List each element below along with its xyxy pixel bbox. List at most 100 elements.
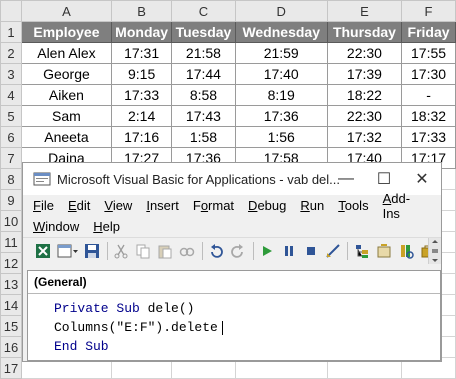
table-cell[interactable]: Alen Alex [20,42,112,64]
table-cell[interactable]: 17:36 [234,105,328,127]
project-explorer-icon[interactable] [353,242,370,260]
title-bar[interactable]: Microsoft Visual Basic for Applications … [23,163,441,195]
menu-edit[interactable]: Edit [68,198,90,213]
table-cell[interactable]: 21:58 [171,42,236,64]
column-header-f[interactable]: F [401,0,456,22]
header-cell-monday[interactable]: Monday [110,21,173,43]
break-icon[interactable] [280,242,297,260]
table-cell[interactable]: 22:30 [326,105,403,127]
text-caret [221,320,223,335]
column-header-b[interactable]: B [110,0,173,22]
table-cell[interactable]: 17:30 [401,63,456,85]
table-cell[interactable]: Aiken [20,84,112,106]
table-cell[interactable]: 2:14 [110,105,173,127]
table-cell[interactable]: - [401,84,456,106]
column-header-d[interactable]: D [234,0,328,22]
keyword-private-sub: Private Sub [54,301,140,316]
table-cell[interactable]: 8:58 [171,84,236,106]
run-icon[interactable] [258,242,275,260]
menu-insert[interactable]: Insert [146,198,179,213]
table-cell[interactable]: 8:19 [234,84,328,106]
toolbar-overflow-scroll[interactable] [428,238,441,264]
redo-icon[interactable] [230,242,247,260]
row-header[interactable]: 6 [0,126,22,148]
row-header[interactable]: 13 [0,273,22,295]
menu-bar: File Edit View Insert Format Debug Run T… [23,191,441,237]
table-cell[interactable]: George [20,63,112,85]
table-cell[interactable]: 18:22 [326,84,403,106]
object-dropdown[interactable]: (General) [28,271,440,294]
row-header[interactable]: 1 [0,21,22,43]
menu-file[interactable]: File [33,198,54,213]
table-cell[interactable]: 17:43 [171,105,236,127]
table-cell[interactable]: 9:15 [110,63,173,85]
table-cell[interactable]: 17:32 [326,126,403,148]
row-header[interactable]: 17 [0,357,22,379]
row-header[interactable]: 9 [0,189,22,211]
table-cell[interactable]: 17:44 [171,63,236,85]
row-header[interactable]: 2 [0,42,22,64]
table-cell[interactable]: 17:39 [326,63,403,85]
menu-format[interactable]: Format [193,198,234,213]
table-cell[interactable]: 1:58 [171,126,236,148]
insert-module-icon[interactable] [57,242,79,260]
table-cell[interactable]: 17:16 [110,126,173,148]
row-header[interactable]: 15 [0,315,22,337]
header-cell-friday[interactable]: Friday [401,21,456,43]
menu-debug[interactable]: Debug [248,198,286,213]
minimize-button[interactable]: — [327,163,365,195]
table-cell[interactable]: 1:56 [234,126,328,148]
header-cell-employee[interactable]: Employee [20,21,112,43]
row-header[interactable]: 3 [0,63,22,85]
standard-toolbar [23,237,441,264]
properties-window-icon[interactable] [375,242,392,260]
design-mode-icon[interactable] [324,242,341,260]
undo-icon[interactable] [208,242,225,260]
paste-icon[interactable] [157,242,174,260]
reset-icon[interactable] [302,242,319,260]
menu-run[interactable]: Run [300,198,324,213]
row-header[interactable]: 12 [0,252,22,274]
code-line-2[interactable]: Columns("E:F").delete [54,318,440,337]
column-header-c[interactable]: C [171,0,236,22]
view-excel-icon[interactable] [35,242,52,260]
cut-icon[interactable] [113,242,130,260]
menu-tools[interactable]: Tools [338,198,368,213]
save-icon[interactable] [84,242,101,260]
find-icon[interactable] [179,242,196,260]
row-header[interactable]: 8 [0,168,22,190]
row-header[interactable]: 4 [0,84,22,106]
menu-view[interactable]: View [104,198,132,213]
header-cell-wednesday[interactable]: Wednesday [234,21,328,43]
table-cell[interactable]: 17:33 [401,126,456,148]
row-header[interactable]: 14 [0,294,22,316]
table-cell[interactable]: 22:30 [326,42,403,64]
column-header-e[interactable]: E [326,0,403,22]
menu-window[interactable]: Window [33,219,79,234]
column-header-a[interactable]: A [20,0,112,22]
row-header[interactable]: 7 [0,147,22,169]
table-cell[interactable]: Aneeta [20,126,112,148]
header-cell-thursday[interactable]: Thursday [326,21,403,43]
code-line-3[interactable]: End Sub [54,337,440,356]
object-browser-icon[interactable] [397,242,414,260]
table-cell[interactable]: 17:55 [401,42,456,64]
table-cell[interactable]: 21:59 [234,42,328,64]
menu-help[interactable]: Help [93,219,120,234]
table-cell[interactable]: 18:32 [401,105,456,127]
statement-text: Columns("E:F").delete [54,320,218,335]
row-header[interactable]: 11 [0,231,22,253]
row-header[interactable]: 10 [0,210,22,232]
copy-icon[interactable] [135,242,152,260]
row-header[interactable]: 5 [0,105,22,127]
table-cell[interactable]: Sam [20,105,112,127]
code-editor[interactable]: Private Sub dele() Columns("E:F").delete… [28,294,440,356]
row-header[interactable]: 16 [0,336,22,358]
menu-add-ins[interactable]: Add-Ins [383,191,427,221]
code-line-1[interactable]: Private Sub dele() [54,299,440,318]
table-cell[interactable]: 17:33 [110,84,173,106]
header-cell-tuesday[interactable]: Tuesday [171,21,236,43]
table-cell[interactable]: 17:40 [234,63,328,85]
table-cell[interactable]: 17:31 [110,42,173,64]
select-all-corner[interactable] [0,0,22,22]
